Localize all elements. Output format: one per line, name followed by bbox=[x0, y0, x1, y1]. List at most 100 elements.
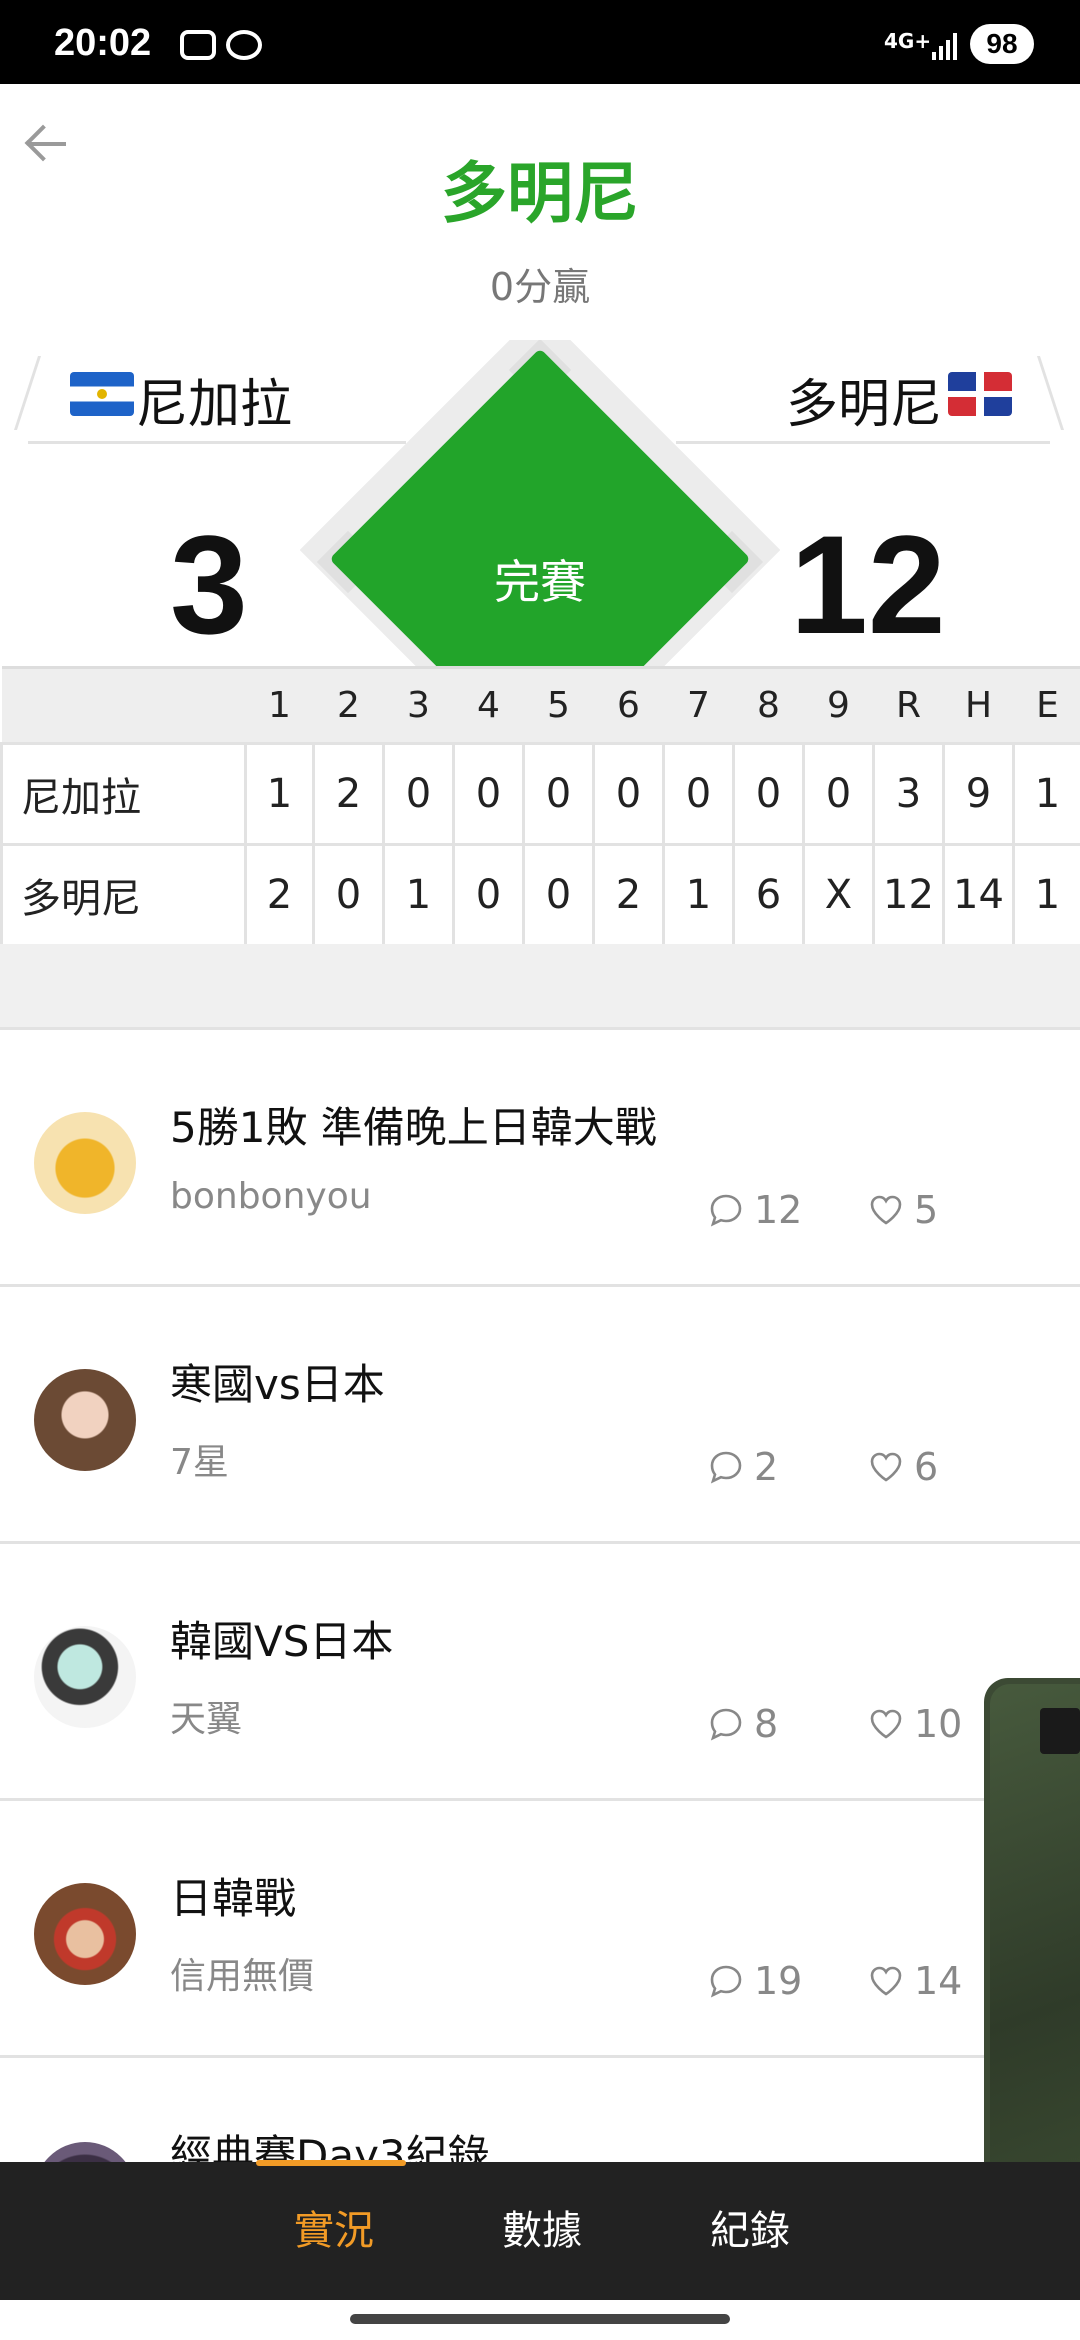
header-inning-9: 9 bbox=[803, 666, 874, 744]
baseball-diamond: 完賽 bbox=[300, 340, 780, 666]
post-item[interactable]: 5勝1敗 準備晚上日韓大戰 bonbonyou 12 5 bbox=[0, 1030, 1080, 1287]
winner-team-title: 多明尼 bbox=[441, 155, 639, 232]
post-title: 日韓戰 bbox=[170, 1874, 297, 1923]
linescore-cell: 2 bbox=[244, 843, 315, 947]
post-item[interactable]: 寒國vs日本 7星 2 6 bbox=[0, 1287, 1080, 1544]
linescore-cell: 9 bbox=[942, 742, 1015, 846]
screenshot-icon bbox=[180, 30, 216, 60]
header-hits: H bbox=[943, 666, 1014, 744]
status-bar: 20:02 4G+ 98 bbox=[0, 0, 1080, 84]
home-indicator[interactable] bbox=[350, 2314, 730, 2324]
header-inning-7: 7 bbox=[663, 666, 734, 744]
gold-coins-avatar[interactable] bbox=[34, 1112, 136, 1214]
post-author[interactable]: 信用無價 bbox=[170, 1947, 314, 1999]
video-frame bbox=[990, 1684, 1080, 2228]
signal-icon bbox=[932, 33, 957, 60]
header-runs: R bbox=[873, 666, 944, 744]
comment-count-value: 19 bbox=[754, 1959, 803, 2003]
linescore-cell: 1 bbox=[244, 742, 315, 846]
dominican-flag-icon bbox=[948, 372, 1012, 416]
header-inning-5: 5 bbox=[523, 666, 594, 744]
post-title: 寒國vs日本 bbox=[170, 1360, 385, 1409]
heart-icon[interactable] bbox=[868, 1963, 904, 1999]
battery-level: 98 bbox=[970, 24, 1034, 64]
header-inning-1: 1 bbox=[245, 666, 314, 744]
home-team-name: 多明尼 bbox=[786, 375, 943, 435]
linescore-cell: 1 bbox=[662, 843, 735, 947]
linescore-cell: 12 bbox=[872, 843, 945, 947]
linescore-cell: 0 bbox=[802, 742, 875, 846]
post-title: 韓國VS日本 bbox=[170, 1617, 394, 1666]
post-author[interactable]: bonbonyou bbox=[170, 1176, 372, 1217]
tab-live[interactable]: 實況 bbox=[294, 2162, 374, 2300]
comment-count-value: 2 bbox=[754, 1445, 779, 1489]
heart-icon[interactable] bbox=[868, 1706, 904, 1742]
home-score: 12 bbox=[790, 506, 946, 663]
linescore-cell: 0 bbox=[312, 843, 385, 947]
away-team-name: 尼加拉 bbox=[136, 375, 293, 435]
linescore-cell: 0 bbox=[382, 742, 455, 846]
linescore-header-row: 1 2 3 4 5 6 7 8 9 R H E bbox=[1, 666, 1080, 744]
comment-count-value: 8 bbox=[754, 1702, 779, 1746]
comment-icon bbox=[710, 1451, 742, 1484]
toy-doll-avatar[interactable] bbox=[34, 1883, 136, 1985]
comment-icon bbox=[710, 1965, 742, 1998]
anime-character-avatar[interactable] bbox=[34, 1626, 136, 1728]
linescore-cell: 0 bbox=[452, 843, 525, 947]
linescore-cell: 0 bbox=[452, 742, 525, 846]
linescore-row-away: 尼加拉 1 2 0 0 0 0 0 0 0 3 9 1 bbox=[0, 742, 1080, 846]
header-inning-6: 6 bbox=[593, 666, 664, 744]
post-title: 5勝1敗 準備晚上日韓大戰 bbox=[170, 1103, 657, 1152]
like-count-value: 5 bbox=[914, 1188, 939, 1232]
post-item[interactable]: 日韓戰 信用無價 19 14 bbox=[0, 1801, 1080, 2058]
network-type: 4G+ bbox=[884, 29, 932, 53]
header-inning-4: 4 bbox=[453, 666, 524, 744]
post-item[interactable]: 經典賽Day3紀錄 bbox=[0, 2058, 1080, 2244]
win-margin: 0分贏 bbox=[489, 265, 591, 309]
post-item[interactable]: 韓國VS日本 天翼 8 10 bbox=[0, 1544, 1080, 1801]
row-team-name: 多明尼 bbox=[0, 843, 247, 947]
linescore-cell: 2 bbox=[312, 742, 385, 846]
woman-avatar[interactable] bbox=[34, 1369, 136, 1471]
header-inning-3: 3 bbox=[383, 666, 454, 744]
linescore-cell: X bbox=[802, 843, 875, 947]
infield bbox=[329, 348, 751, 666]
like-count-value: 14 bbox=[914, 1959, 963, 2003]
heart-icon[interactable] bbox=[868, 1449, 904, 1485]
game-status: 完賽 bbox=[494, 555, 586, 609]
vpn-icon bbox=[226, 30, 262, 60]
comment-icon bbox=[710, 1708, 742, 1741]
linescore-cell: 1 bbox=[382, 843, 455, 947]
bottom-tab-bar: 實況 數據 紀錄 bbox=[0, 2162, 1080, 2300]
wbc-logo-icon bbox=[1040, 1708, 1080, 1754]
post-author[interactable]: 天翼 bbox=[170, 1690, 242, 1742]
linescore-cell: 0 bbox=[732, 742, 805, 846]
linescore-cell: 1 bbox=[1012, 843, 1080, 947]
header-team bbox=[1, 666, 246, 744]
linescore-cell: 0 bbox=[522, 742, 595, 846]
linescore-row-home: 多明尼 2 0 1 0 0 2 1 6 X 12 14 1 bbox=[0, 843, 1080, 947]
comment-icon bbox=[710, 1194, 742, 1227]
heart-icon[interactable] bbox=[868, 1192, 904, 1228]
linescore-cell: 2 bbox=[592, 843, 665, 947]
linescore-cell: 0 bbox=[592, 742, 665, 846]
away-score: 3 bbox=[170, 506, 248, 663]
floating-video-player[interactable] bbox=[984, 1678, 1080, 2234]
header-inning-8: 8 bbox=[733, 666, 804, 744]
header-inning-2: 2 bbox=[313, 666, 384, 744]
section-divider bbox=[0, 944, 1080, 1030]
linescore-cell: 0 bbox=[522, 843, 595, 947]
like-count-value: 6 bbox=[914, 1445, 939, 1489]
like-count-value: 10 bbox=[914, 1702, 963, 1746]
linescore-cell: 1 bbox=[1012, 742, 1080, 846]
tab-stats[interactable]: 數據 bbox=[502, 2162, 582, 2300]
linescore-cell: 14 bbox=[942, 843, 1015, 947]
header-errors: E bbox=[1013, 666, 1080, 744]
linescore-cell: 3 bbox=[872, 742, 945, 846]
post-author[interactable]: 7星 bbox=[170, 1433, 229, 1485]
nicaragua-flag-icon bbox=[70, 372, 134, 416]
status-time: 20:02 bbox=[54, 22, 152, 64]
linescore-table: 1 2 3 4 5 6 7 8 9 R H E 尼加拉 1 2 0 0 0 0 … bbox=[0, 666, 1080, 947]
tab-records[interactable]: 紀錄 bbox=[710, 2162, 790, 2300]
linescore-cell: 0 bbox=[662, 742, 735, 846]
